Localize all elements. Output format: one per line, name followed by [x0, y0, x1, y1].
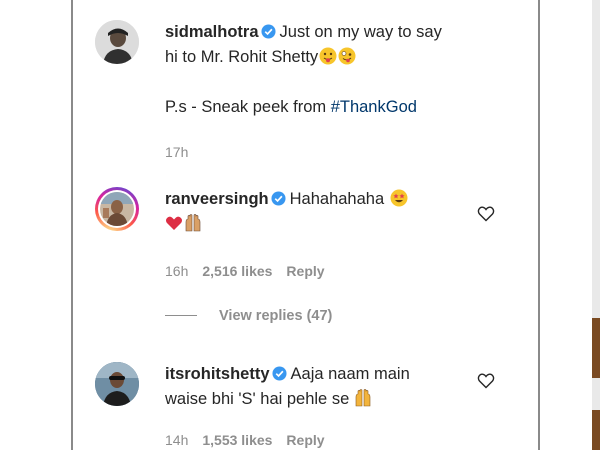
comment-body: ranveersingh Hahahahaha [165, 187, 485, 237]
comment-meta: 16h 2,516 likes Reply [165, 263, 339, 279]
star-struck-emoji [390, 189, 408, 207]
avatar[interactable] [95, 187, 139, 231]
left-panel [0, 0, 73, 450]
comment-body: itsrohitshetty Aaja naam main waise bhi '… [165, 362, 485, 412]
reply-button[interactable]: Reply [286, 432, 324, 448]
timestamp: 16h [165, 263, 189, 279]
username[interactable]: sidmalhotra [165, 23, 259, 41]
hashtag-link[interactable]: #ThankGod [331, 98, 417, 116]
raised-hands-emoji [185, 214, 201, 232]
verified-badge-icon [261, 24, 276, 39]
heart-outline-icon[interactable] [477, 372, 495, 389]
comment-body: sidmalhotra Just on my way to say hi to M… [165, 20, 485, 120]
comment-text: Aaja naam main [290, 365, 410, 383]
avatar[interactable] [95, 362, 139, 406]
right-panel [538, 0, 600, 450]
comment-text: P.s - Sneak peek from [165, 98, 331, 116]
comment-text: Just on my way to say [279, 23, 442, 41]
avatar[interactable] [95, 20, 139, 64]
view-replies-label[interactable]: View replies (47) [219, 308, 332, 324]
red-heart-emoji [166, 216, 182, 230]
right-edge-strip [592, 0, 600, 450]
comment-meta: 17h [165, 144, 202, 160]
heart-outline-icon[interactable] [477, 205, 495, 222]
username[interactable]: itsrohitshetty [165, 365, 270, 383]
tongue-emoji [319, 47, 337, 65]
username[interactable]: ranveersingh [165, 190, 269, 208]
comment-ranveersingh: ranveersingh Hahahahaha 16h 2,516 likes Rep… [95, 187, 515, 287]
verified-badge-icon [271, 191, 286, 206]
likes-count[interactable]: 1,553 likes [202, 432, 272, 448]
comment-text: waise bhi 'S' hai pehle se [165, 390, 350, 408]
timestamp: 17h [165, 144, 189, 160]
raised-hands-emoji [355, 389, 371, 407]
reply-button[interactable]: Reply [286, 263, 324, 279]
comment-meta: 14h 1,553 likes Reply [165, 432, 339, 448]
view-replies-link[interactable]: View replies (47) [165, 308, 332, 324]
zany-emoji [338, 47, 356, 65]
comment-itsrohitshetty: itsrohitshetty Aaja naam main waise bhi '… [95, 362, 515, 450]
timestamp: 14h [165, 432, 189, 448]
likes-count[interactable]: 2,516 likes [202, 263, 272, 279]
comment-text: Hahahahaha [289, 190, 385, 208]
comment-text: hi to Mr. Rohit Shetty [165, 48, 319, 66]
divider [165, 315, 197, 316]
verified-badge-icon [271, 366, 287, 381]
comment-sidmalhotra: sidmalhotra Just on my way to say hi to M… [95, 20, 515, 160]
